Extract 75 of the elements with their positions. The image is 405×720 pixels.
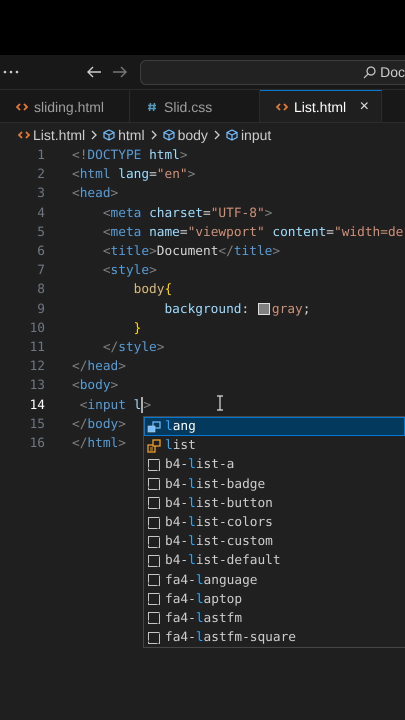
- square-icon: [147, 611, 161, 626]
- square-icon: [147, 458, 161, 472]
- line-number: 2: [36, 167, 45, 182]
- suggestion-item[interactable]: fa4-lastfm-square: [144, 628, 405, 648]
- stacked-boxes-icon: [147, 438, 161, 453]
- line-number: 3: [36, 186, 45, 202]
- code-line: </body>: [72, 416, 126, 432]
- hash-icon: [146, 102, 158, 112]
- line-number: 16: [28, 436, 45, 451]
- line-number: 9: [36, 302, 45, 317]
- code-line: body{: [132, 282, 172, 298]
- code-brackets-icon: [18, 128, 30, 140]
- code-line: <input l>: [78, 397, 152, 414]
- code-line: <meta charset="UTF-8">: [102, 206, 272, 221]
- line-number: 12: [28, 359, 45, 374]
- search-field[interactable]: Doc: [140, 60, 405, 84]
- code-line: <html lang="en">: [72, 167, 196, 182]
- search-icon: [363, 66, 376, 78]
- code-brackets-icon: [276, 102, 288, 112]
- suggestion-item[interactable]: b4-list-badge: [144, 474, 405, 494]
- forward-arrow-icon[interactable]: [112, 65, 128, 79]
- line-number: 15: [28, 416, 45, 432]
- line-number: 5: [36, 224, 45, 240]
- suggestion-item[interactable]: lang: [144, 417, 405, 436]
- suggestion-item[interactable]: b4-list-colors: [144, 512, 405, 532]
- breadcrumb-item[interactable]: body: [162, 126, 208, 142]
- line-number: 11: [28, 340, 45, 355]
- square-icon: [147, 573, 161, 588]
- close-button[interactable]: ×: [360, 98, 369, 116]
- code-line: <title>Document</title>: [102, 244, 280, 260]
- cube-icon: [103, 128, 116, 140]
- suggestion-item[interactable]: b4-list-default: [144, 551, 405, 570]
- suggestion-item[interactable]: b4-list-button: [144, 494, 405, 513]
- property-icon: [147, 420, 161, 434]
- square-icon: [147, 477, 161, 492]
- breadcrumb-item[interactable]: input: [226, 126, 272, 142]
- back-arrow-icon[interactable]: [86, 65, 102, 79]
- breadcrumb-item[interactable]: List.html: [18, 126, 86, 142]
- code-line: }: [132, 320, 142, 336]
- code-line: <head>: [72, 186, 118, 202]
- code-line: background: gray;: [163, 302, 310, 317]
- square-icon: [147, 516, 161, 530]
- editor-tab[interactable]: List.html ×: [260, 90, 382, 122]
- square-icon: [147, 592, 161, 606]
- code-line: </head>: [72, 359, 126, 374]
- suggestion-item[interactable]: b4-list-a: [144, 455, 405, 475]
- code-line: </html>: [72, 436, 126, 451]
- line-number: 13: [28, 378, 45, 394]
- cube-icon: [226, 128, 238, 140]
- code-line: <style>: [102, 263, 157, 278]
- square-icon: [147, 534, 161, 549]
- code-line: <!DOCTYPE html>: [72, 148, 188, 164]
- code-line: <body>: [72, 378, 118, 394]
- code-line: <meta name="viewport" content="width=de: [102, 224, 404, 240]
- suggestion-item[interactable]: fa4-laptop: [144, 590, 405, 609]
- line-number: 14: [28, 398, 45, 413]
- line-number: 4: [36, 206, 45, 221]
- square-icon: [147, 496, 161, 510]
- breadcrumb-item[interactable]: html: [103, 126, 145, 142]
- line-number: 10: [28, 320, 45, 336]
- line-number: 7: [36, 263, 45, 278]
- suggestion-item[interactable]: fa4-lastfm: [144, 608, 405, 628]
- line-number: 8: [36, 282, 45, 298]
- square-icon: [147, 630, 161, 645]
- line-number: 6: [36, 244, 45, 260]
- text-cursor-icon: [216, 395, 224, 411]
- cube-icon: [162, 128, 175, 140]
- line-number: 1: [36, 148, 45, 164]
- suggestion-item[interactable]: list: [144, 436, 405, 456]
- code-line: </style>: [102, 340, 164, 355]
- suggestion-item[interactable]: fa4-language: [144, 570, 405, 590]
- color-swatch[interactable]: [258, 303, 270, 316]
- square-icon: [147, 554, 161, 568]
- code-brackets-icon: [16, 102, 28, 112]
- suggestion-item[interactable]: b4-list-custom: [144, 532, 405, 552]
